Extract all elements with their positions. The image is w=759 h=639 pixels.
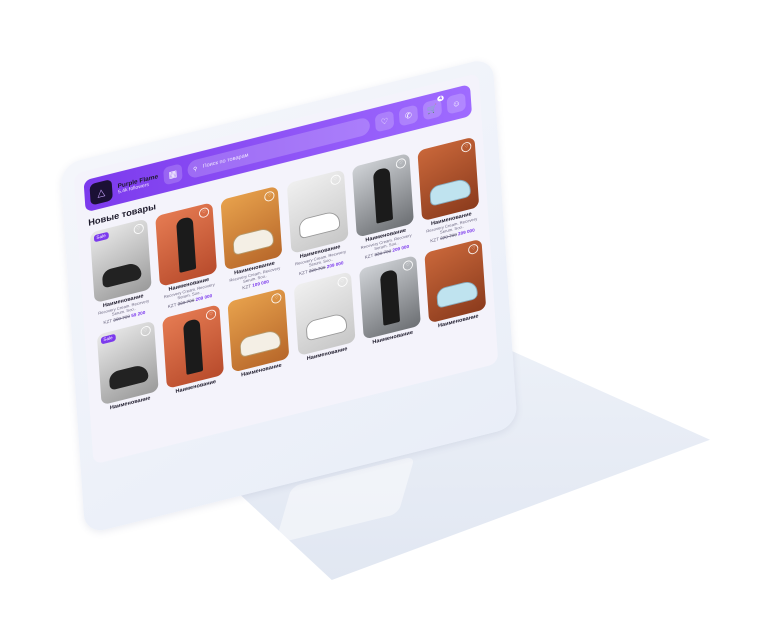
product-image[interactable]: ♡ xyxy=(424,238,487,324)
favorite-heart-icon[interactable]: ♡ xyxy=(139,324,151,338)
model-image xyxy=(372,166,394,224)
sale-badge: Sale xyxy=(93,231,109,243)
product-image[interactable]: ♡ xyxy=(417,136,480,222)
cart-icon[interactable]: 🛒 4 xyxy=(422,95,444,121)
cart-badge: 4 xyxy=(437,95,444,102)
product-card[interactable]: Sale ♡ Наименование Recovery Cream. Reco… xyxy=(89,218,154,327)
product-card[interactable]: ♡ Наименование Recovery Cream. Recovery … xyxy=(220,185,285,295)
product-card[interactable]: ♡ Наименование xyxy=(162,304,226,397)
model-image xyxy=(182,317,204,375)
product-image[interactable]: ♡ xyxy=(155,202,218,287)
product-image[interactable]: ♡ xyxy=(162,304,224,389)
favorite-heart-icon[interactable]: ♡ xyxy=(133,222,144,236)
laptop-lid: △ Purple Flame 5.4k followers ▦ ⚲ ♡ ✆ 🛒 … xyxy=(60,56,518,535)
product-image[interactable]: ♡ xyxy=(220,185,283,271)
favorite-heart-icon[interactable]: ♡ xyxy=(336,275,348,288)
product-image[interactable]: ♡ xyxy=(293,271,356,356)
sneaker-image xyxy=(239,328,282,358)
product-image[interactable]: ♡ xyxy=(227,287,290,373)
sale-badge: Sale xyxy=(100,333,116,345)
favorite-heart-icon[interactable]: ♡ xyxy=(271,292,283,305)
sneaker-image xyxy=(429,177,472,207)
product-card[interactable]: ♡ Наименование Recovery Cream. Recovery … xyxy=(286,169,351,278)
product-image[interactable]: ♡ xyxy=(352,152,414,238)
favorites-heart-icon[interactable]: ♡ xyxy=(374,110,395,133)
favorite-heart-icon[interactable]: ♡ xyxy=(205,308,217,321)
model-image xyxy=(379,268,401,326)
favorite-heart-icon[interactable]: ♡ xyxy=(395,157,407,170)
store-brand[interactable]: Purple Flame 5.4k followers xyxy=(117,171,158,196)
favorite-heart-icon[interactable]: ♡ xyxy=(198,206,210,219)
sneaker-image xyxy=(108,363,149,391)
product-card[interactable]: ♡ Наименование Recovery Cream. Recovery … xyxy=(417,136,482,245)
sneaker-image xyxy=(298,209,341,240)
product-card[interactable]: ♡ Наименование xyxy=(293,271,357,364)
product-card[interactable]: ♡ Наименование xyxy=(227,287,291,380)
phone-icon[interactable]: ✆ xyxy=(398,104,419,127)
favorite-heart-icon[interactable]: ♡ xyxy=(329,173,341,186)
catalog-grid-icon[interactable]: ▦ xyxy=(163,163,183,186)
user-icon[interactable]: ☺ xyxy=(446,92,467,115)
search-input[interactable] xyxy=(200,123,365,171)
product-card[interactable]: ♡ Наименование Recovery Cream. Recovery … xyxy=(155,202,220,311)
favorite-heart-icon[interactable]: ♡ xyxy=(468,242,479,256)
product-card[interactable]: ♡ Наименование Recovery Cream. Recovery … xyxy=(351,152,416,262)
product-image[interactable]: ♡ xyxy=(359,254,421,340)
product-image[interactable]: ♡ xyxy=(286,169,349,254)
product-card[interactable]: Sale ♡ Наименование xyxy=(96,320,160,413)
store-page: △ Purple Flame 5.4k followers ▦ ⚲ ♡ ✆ 🛒 … xyxy=(73,72,499,465)
laptop-screen: △ Purple Flame 5.4k followers ▦ ⚲ ♡ ✆ 🛒 … xyxy=(60,45,518,535)
product-image[interactable]: Sale ♡ xyxy=(96,320,159,406)
store-logo[interactable]: △ xyxy=(89,178,113,206)
sneaker-image xyxy=(305,311,348,342)
product-card[interactable]: ♡ Наименование xyxy=(424,238,488,331)
favorite-heart-icon[interactable]: ♡ xyxy=(402,259,414,272)
sneaker-image xyxy=(232,226,275,256)
product-card[interactable]: ♡ Наименование xyxy=(358,254,422,348)
model-image xyxy=(176,215,197,273)
product-image[interactable]: Sale ♡ xyxy=(89,218,152,304)
sneaker-image xyxy=(101,261,142,289)
favorite-heart-icon[interactable]: ♡ xyxy=(461,140,472,154)
sneaker-image xyxy=(436,278,479,309)
search-icon: ⚲ xyxy=(192,166,198,173)
favorite-heart-icon[interactable]: ♡ xyxy=(264,190,276,203)
